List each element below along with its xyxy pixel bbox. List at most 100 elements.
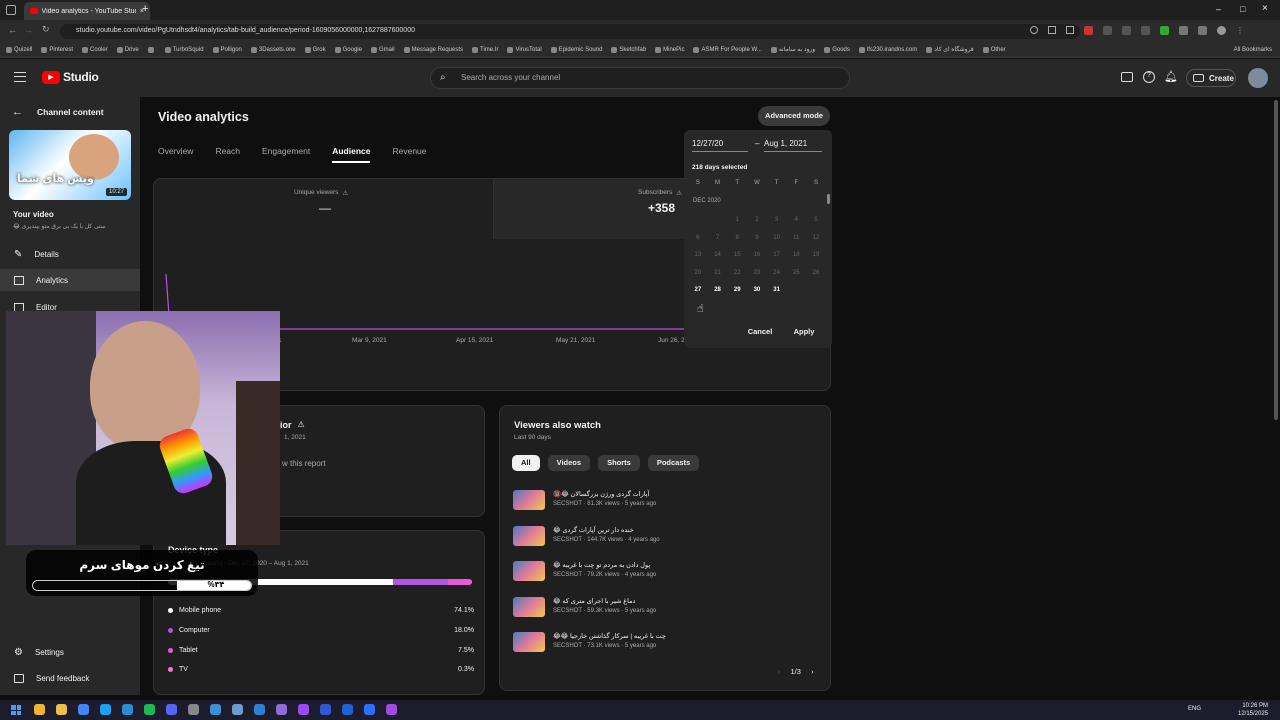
filter-chip-shorts[interactable]: Shorts	[598, 455, 640, 471]
calendar-day[interactable]: 5	[806, 217, 826, 223]
bookmark-item[interactable]: Drive	[116, 46, 139, 53]
start-date-field[interactable]: 12/27/20	[692, 136, 748, 152]
bookmark-item[interactable]: Pinterest	[41, 46, 73, 53]
browser-tab[interactable]: Video analytics - YouTube Studio ×	[24, 2, 150, 20]
calendar-day[interactable]: 19	[806, 252, 826, 258]
back-to-channel-content[interactable]: ← Channel content	[12, 106, 104, 118]
calendar-day[interactable]: 17	[767, 252, 787, 258]
file-explorer-icon[interactable]	[56, 704, 67, 715]
bookmark-item[interactable]: TurboSquid	[164, 46, 204, 53]
calendar-day[interactable]: 4	[786, 217, 806, 223]
video-thumbnail[interactable]: ویس های شما 10:27	[9, 130, 131, 200]
related-video-item[interactable]: چت با غریبه | سرکار گذاشتن خارجیا 😂😂 SECS…	[513, 632, 763, 654]
eye-off-icon[interactable]	[1048, 26, 1056, 34]
sidebar-item-analytics[interactable]: Analytics	[0, 269, 140, 291]
bookmark-item[interactable]: Time.Ir	[472, 46, 498, 53]
filter-chip-podcasts[interactable]: Podcasts	[647, 455, 700, 471]
account-avatar[interactable]	[1248, 68, 1268, 88]
app-icon[interactable]	[210, 704, 221, 715]
clock[interactable]: 10:26 PM 12/15/2025	[1238, 702, 1268, 718]
apply-button[interactable]: Apply	[784, 324, 824, 340]
channel-search-input[interactable]: Search across your channel	[430, 67, 850, 89]
sidebar-item-details[interactable]: ✎ Details	[0, 243, 140, 265]
maximize-icon[interactable]: □	[1240, 4, 1245, 14]
app-icon[interactable]	[254, 704, 265, 715]
calendar-day[interactable]: 1	[727, 217, 747, 223]
calendar-day[interactable]: 21	[708, 270, 728, 276]
address-bar[interactable]: studio.youtube.com/video/PgUtndhsdt4/ana…	[60, 24, 1080, 39]
search-icon[interactable]	[34, 704, 45, 715]
calendar-day[interactable]: 23	[747, 270, 767, 276]
subscribers-metric[interactable]: Subscribers ⚠ +358	[494, 179, 694, 239]
bookmark-item[interactable]: ورود به سامانه	[770, 46, 815, 53]
extension-icon[interactable]	[1103, 26, 1112, 35]
forward-arrow-icon[interactable]: →	[24, 25, 33, 35]
messages-icon[interactable]	[1121, 72, 1133, 82]
discord-icon[interactable]	[166, 704, 177, 715]
app-icon[interactable]	[232, 704, 243, 715]
windows-start-icon[interactable]	[11, 705, 21, 715]
tab-audience[interactable]: Audience	[332, 146, 371, 163]
calendar-day[interactable]: 6	[688, 235, 708, 241]
see-report-link[interactable]: w this report	[282, 459, 326, 468]
extension-icon[interactable]	[1160, 26, 1169, 35]
next-page-icon[interactable]: ›	[811, 667, 814, 676]
filter-chip-videos[interactable]: Videos	[547, 455, 591, 471]
app-icon[interactable]	[188, 704, 199, 715]
related-video-item[interactable]: آپارات گردی ورژن بزرگسالان 😂🔞 SECSHOT · 8…	[513, 490, 763, 512]
after-effects-icon[interactable]	[298, 704, 309, 715]
bookmark-item[interactable]: Other	[982, 46, 1006, 53]
cancel-button[interactable]: Cancel	[740, 324, 780, 340]
premiere-icon[interactable]	[320, 704, 331, 715]
unique-viewers-metric[interactable]: Unique viewers ⚠ —	[154, 179, 494, 239]
calendar-day[interactable]: 9	[747, 235, 767, 241]
bookmark-item[interactable]: Quizell	[6, 46, 32, 53]
app-icon[interactable]	[276, 704, 287, 715]
calendar-day[interactable]: 25	[786, 270, 806, 276]
zoom-icon[interactable]	[1030, 26, 1038, 34]
tab-engagement[interactable]: Engagement	[262, 146, 310, 163]
filter-chip-all[interactable]: All	[512, 455, 540, 471]
sidebar-item-settings[interactable]: ⚙ Settings	[0, 641, 140, 663]
calendar-day[interactable]: 12	[806, 235, 826, 241]
bookmark-item[interactable]: Message Requests	[403, 46, 463, 53]
window-close-icon[interactable]: ×	[1262, 3, 1268, 14]
calendar-day[interactable]: 13	[688, 252, 708, 258]
chrome-icon[interactable]	[78, 704, 89, 715]
translate-icon[interactable]	[1066, 26, 1074, 34]
extension-icon[interactable]	[1122, 26, 1131, 35]
previous-page-icon[interactable]: ‹	[778, 667, 781, 676]
bookmark-item[interactable]: Cooler	[82, 46, 108, 53]
help-icon[interactable]: ?	[1143, 71, 1155, 83]
photoshop-icon[interactable]	[342, 704, 353, 715]
reload-icon[interactable]: ↻	[42, 24, 50, 35]
browser-menu-icon[interactable]: ⋮	[1236, 26, 1244, 35]
tab-reach[interactable]: Reach	[215, 146, 240, 163]
bookmark-item[interactable]: lfs230.irandns.com	[858, 46, 917, 53]
extension-icon[interactable]	[1198, 26, 1207, 35]
calendar-day[interactable]: 3	[767, 217, 787, 223]
calendar-day[interactable]: 14	[708, 252, 728, 258]
bookmark-item[interactable]: Gmail	[370, 46, 395, 53]
studio-logo[interactable]: ▶ Studio	[42, 70, 99, 84]
calendar-day[interactable]: 18	[786, 252, 806, 258]
calendar-day[interactable]: 16	[747, 252, 767, 258]
calendar-day[interactable]: 2	[747, 217, 767, 223]
related-video-item[interactable]: دماغ شیر با اجرای متری که 😂 SECSHOT · 59.…	[513, 596, 763, 619]
calendar-day[interactable]: 10	[767, 235, 787, 241]
bitwarden-icon[interactable]	[364, 704, 375, 715]
back-arrow-icon[interactable]: ←	[8, 25, 17, 35]
bookmark-item[interactable]: 3Dassets.one	[250, 46, 296, 53]
page-scrollbar[interactable]	[1274, 100, 1278, 420]
notifications-bell-icon[interactable]: 🔔︎	[1164, 70, 1178, 83]
calendar-day[interactable]: 27	[688, 287, 708, 293]
calendar-day[interactable]: 15	[727, 252, 747, 258]
profile-avatar-icon[interactable]	[1217, 26, 1226, 35]
calendar-day[interactable]: 20	[688, 270, 708, 276]
calendar-day[interactable]: 11	[786, 235, 806, 241]
related-video-item[interactable]: خنده دار ترین آپارات گردی 😂 SECSHOT · 144…	[513, 525, 763, 548]
calendar-scrollbar[interactable]	[827, 194, 830, 204]
sidebar-item-send-feedback[interactable]: Send feedback	[0, 667, 140, 689]
spotify-icon[interactable]	[144, 704, 155, 715]
extension-icon[interactable]	[1084, 26, 1093, 35]
